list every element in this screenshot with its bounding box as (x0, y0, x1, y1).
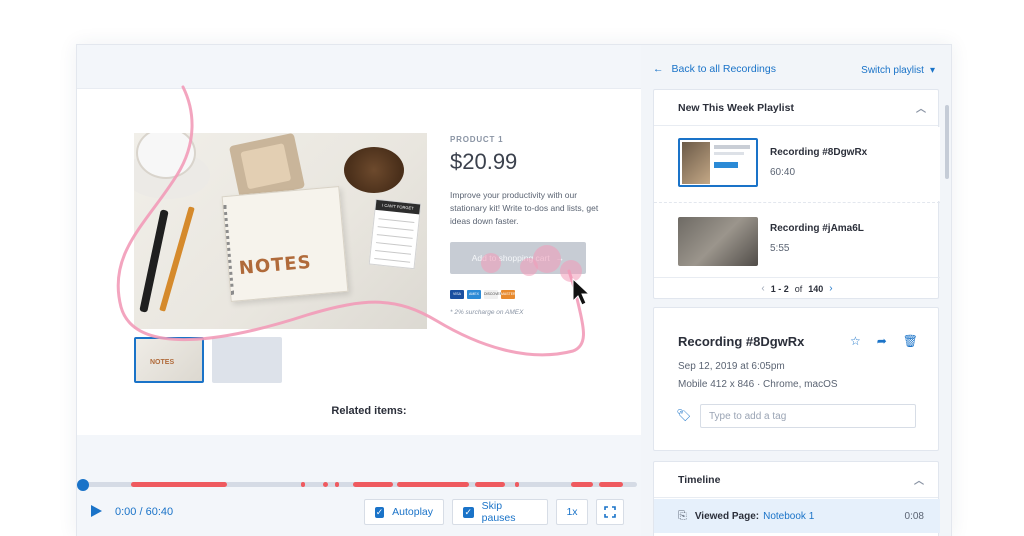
notepad-shape: I CAN'T FORGET (368, 198, 422, 270)
recording-thumbnail (678, 138, 758, 187)
playlist-scrollbar[interactable] (945, 105, 949, 179)
amex-icon: AMEX (467, 290, 481, 299)
playback-time: 0:00 / 60:40 (115, 506, 174, 518)
playback-timeline[interactable] (83, 482, 637, 487)
autoplay-label: Autoplay (392, 506, 433, 518)
product-image: NOTES I CAN'T FORGET (134, 133, 427, 329)
speed-button[interactable]: 1x (556, 499, 588, 525)
recording-thumbnail (678, 217, 758, 266)
checkbox-checked-icon: ✓ (375, 506, 385, 518)
tag-icon: 🏷 (676, 408, 692, 422)
pager-total: 140 (808, 283, 824, 294)
activity-segment (599, 482, 623, 487)
replay-viewport: NOTES I CAN'T FORGET NOTES PRODUCT 1 $20… (77, 45, 641, 536)
recording-item[interactable]: Recording #jAma6L 5:55 (654, 202, 940, 276)
timeline-event[interactable]: ⎘ Viewed Page: Notebook 1 0:08 (654, 499, 940, 533)
arrow-right-icon: → (555, 253, 565, 263)
details-actions: ☆ ➦ 🗑 (850, 334, 918, 348)
play-icon (91, 505, 102, 517)
app-window: NOTES I CAN'T FORGET NOTES PRODUCT 1 $20… (76, 44, 952, 536)
recording-device: Mobile 412 x 846 · Chrome, macOS (678, 379, 838, 390)
activity-segment (475, 482, 505, 487)
skip-pauses-label: Skip pauses (481, 500, 516, 524)
next-page-icon[interactable]: › (829, 283, 832, 294)
fullscreen-button[interactable] (596, 499, 624, 525)
surcharge-note: * 2% surcharge on AMEX (450, 309, 524, 316)
activity-segment (397, 482, 469, 487)
product-category: PRODUCT 1 (450, 135, 504, 144)
payment-cards: VISA AMEX DISCOVER MASTERCARD (450, 290, 526, 299)
playhead-handle[interactable] (77, 479, 89, 491)
back-to-recordings-link[interactable]: ← Back to all Recordings (653, 63, 776, 75)
product-price: $20.99 (450, 149, 518, 174)
activity-segment (515, 482, 519, 487)
activity-segment (131, 482, 227, 487)
skip-pauses-toggle[interactable]: ✓ Skip pauses (452, 499, 548, 525)
timeline-header[interactable]: Timeline ︿ (654, 462, 938, 498)
speed-label: 1x (566, 506, 578, 518)
page-view-icon: ⎘ (678, 509, 687, 522)
activity-segment (353, 482, 393, 487)
recording-date: Sep 12, 2019 at 6:05pm (678, 361, 785, 372)
discover-icon: DISCOVER (484, 290, 502, 299)
recording-title: Recording #jAma6L (770, 223, 864, 234)
star-icon[interactable]: ☆ (850, 334, 861, 348)
caret-down-icon: ▾ (929, 65, 935, 76)
related-items-heading: Related items: (331, 405, 407, 417)
notebook-shape: NOTES (221, 186, 349, 302)
recording-duration: 60:40 (770, 167, 796, 178)
replay-top-band (77, 45, 641, 89)
visa-icon: VISA (450, 290, 464, 299)
playlist-title: New This Week Playlist (678, 101, 794, 114)
chevron-up-icon: ︿ (914, 476, 924, 487)
thumbnail-label: NOTES (150, 359, 175, 366)
autoplay-toggle[interactable]: ✓ Autoplay (364, 499, 444, 525)
mastercard-icon: MASTERCARD (501, 290, 526, 299)
timeline-panel: Timeline ︿ ⎘ Viewed Page: Notebook 1 0:0… (653, 461, 940, 536)
details-title: Recording #8DgwRx (678, 334, 805, 349)
recording-title: Recording #8DgwRx (770, 147, 868, 158)
activity-segment (335, 482, 339, 487)
arrow-left-icon: ← (653, 63, 664, 75)
play-button[interactable] (89, 504, 103, 518)
chevron-up-icon: ︿ (916, 104, 926, 115)
share-icon[interactable]: ➦ (877, 334, 887, 348)
product-thumbnail-1[interactable]: NOTES (134, 337, 204, 383)
prev-page-icon[interactable]: ‹ (761, 283, 764, 294)
recording-item[interactable]: Recording #8DgwRx 60:40 (654, 127, 940, 201)
recording-duration: 5:55 (770, 243, 790, 254)
tag-input[interactable] (700, 404, 916, 428)
event-page-link[interactable]: Notebook 1 (763, 511, 814, 522)
activity-segment (323, 482, 328, 487)
activity-segment (571, 482, 593, 487)
playlist-pager: ‹ 1 - 2 of 140 › (654, 277, 940, 299)
switch-playlist-label: Switch playlist (861, 65, 924, 76)
pager-of: of (794, 283, 803, 294)
event-time: 0:08 (904, 510, 924, 522)
switch-playlist-dropdown[interactable]: Switch playlist ▾ (861, 65, 935, 76)
add-to-cart-button[interactable]: Add to shopping cart → (450, 242, 586, 274)
recordings-sidebar: ← Back to all Recordings Switch playlist… (641, 45, 951, 536)
timeline-title: Timeline (678, 473, 721, 486)
checkbox-checked-icon: ✓ (463, 506, 474, 518)
playlist-header[interactable]: New This Week Playlist ︿ (654, 90, 938, 126)
notepad-header: I CAN'T FORGET (375, 199, 421, 215)
playlist-panel: New This Week Playlist ︿ Recording #8Dgw… (653, 89, 940, 299)
product-thumbnail-2[interactable] (212, 337, 282, 383)
notebook-label: NOTES (238, 251, 313, 280)
add-to-cart-label: Add to shopping cart (471, 253, 550, 263)
pinecone-shape (344, 147, 404, 193)
activity-segment (301, 482, 305, 487)
trash-icon[interactable]: 🗑 (903, 334, 918, 348)
back-label: Back to all Recordings (671, 63, 776, 75)
fullscreen-icon (604, 506, 616, 518)
product-description: Improve your productivity with our stati… (450, 190, 599, 226)
pager-range: 1 - 2 (770, 283, 789, 294)
event-label: Viewed Page: (694, 510, 760, 522)
recording-details-panel: Recording #8DgwRx ☆ ➦ 🗑 Sep 12, 2019 at … (653, 307, 939, 451)
